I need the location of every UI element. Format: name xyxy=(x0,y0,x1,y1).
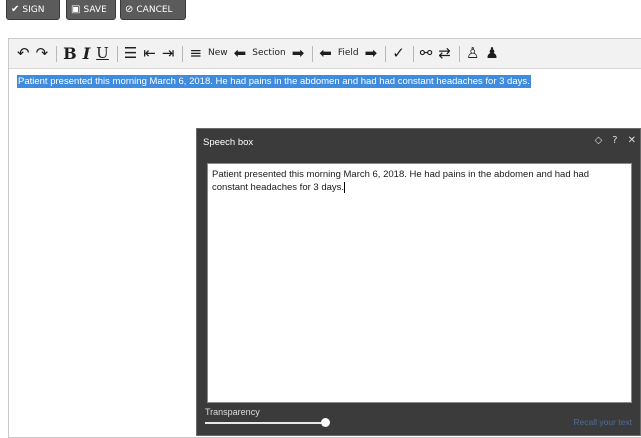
speech-box-window: Speech box ◇ ? ✕ Patient presented this … xyxy=(196,128,641,436)
previous-field-arrow-icon[interactable]: ⬅ xyxy=(319,46,332,61)
redo-icon[interactable]: ↷ xyxy=(36,46,49,61)
action-bar: ✔ SIGN ▣ SAVE ⊘ CANCEL xyxy=(0,0,641,26)
recall-text-link[interactable]: Recall your text xyxy=(573,417,632,427)
toolbar-divider xyxy=(56,45,58,62)
cancel-icon: ⊘ xyxy=(125,3,134,15)
undo-icon[interactable]: ↶ xyxy=(17,46,30,61)
underline-button[interactable]: U xyxy=(96,46,109,61)
new-button[interactable]: New xyxy=(208,49,228,58)
save-label: SAVE xyxy=(83,4,107,15)
previous-section-arrow-icon[interactable]: ⬅ xyxy=(234,46,247,61)
pin-icon[interactable]: ◇ xyxy=(595,135,603,146)
sign-label: SIGN xyxy=(22,4,45,15)
text-cursor xyxy=(344,181,346,193)
increase-indent-icon[interactable]: ⇥ xyxy=(162,46,175,61)
user-icon[interactable]: ♙ xyxy=(466,46,479,61)
bullet-list-icon[interactable]: ☰ xyxy=(124,46,137,61)
transparency-slider-thumb[interactable] xyxy=(321,418,330,427)
speech-text: Patient presented this morning March 6, … xyxy=(212,169,590,193)
decrease-indent-icon[interactable]: ⇤ xyxy=(143,46,156,61)
bold-button[interactable]: B xyxy=(63,45,77,62)
transparency-label: Transparency xyxy=(205,407,260,417)
patient-icon[interactable]: ♟ xyxy=(485,46,498,61)
close-icon[interactable]: ✕ xyxy=(628,135,636,146)
cancel-label: CANCEL xyxy=(136,4,173,15)
help-icon[interactable]: ? xyxy=(612,135,617,146)
new-section-icon[interactable]: ≡ xyxy=(189,46,202,61)
toolbar-divider xyxy=(182,45,184,62)
transparency-slider[interactable] xyxy=(205,422,325,424)
find-binoculars-icon[interactable]: ⚯ xyxy=(420,46,433,61)
toolbar-divider xyxy=(116,45,118,62)
speech-text-area[interactable]: Patient presented this morning March 6, … xyxy=(207,163,632,403)
window-controls: ◇ ? ✕ xyxy=(595,135,636,146)
toolbar-divider xyxy=(458,45,460,62)
italic-button[interactable]: I xyxy=(83,45,90,62)
sign-button[interactable]: ✔ SIGN xyxy=(6,0,60,20)
formatting-toolbar: ↶ ↷ B I U ☰ ⇤ ⇥ ≡ New ⬅ Section ➡ ⬅ Fiel… xyxy=(9,39,641,69)
find-replace-icon[interactable]: ⇄ xyxy=(438,46,451,61)
toolbar-divider xyxy=(412,45,414,62)
section-label: Section xyxy=(252,48,286,58)
selected-document-text[interactable]: Patient presented this morning March 6, … xyxy=(17,75,531,88)
spellcheck-icon[interactable]: ✓ xyxy=(392,46,405,61)
speech-box-title: Speech box xyxy=(203,137,254,148)
toolbar-divider xyxy=(312,45,314,62)
floppy-disk-icon: ▣ xyxy=(71,3,81,15)
cancel-button[interactable]: ⊘ CANCEL xyxy=(120,0,186,20)
next-field-arrow-icon[interactable]: ➡ xyxy=(365,46,378,61)
toolbar-divider xyxy=(385,45,387,62)
field-label: Field xyxy=(337,48,359,58)
save-button[interactable]: ▣ SAVE xyxy=(66,0,116,20)
next-section-arrow-icon[interactable]: ➡ xyxy=(292,46,305,61)
checkmark-icon: ✔ xyxy=(11,3,20,15)
